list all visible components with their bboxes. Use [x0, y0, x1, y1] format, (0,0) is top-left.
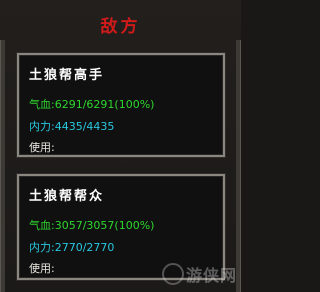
hp-row: 气血:6291/6291(100%): [29, 96, 154, 112]
hp-label: 气血:: [29, 98, 55, 111]
mp-row: 内力:4435/4435: [29, 118, 114, 134]
panel-left-edge: [0, 40, 5, 292]
enemy-panel: 敌方 土狼帮高手 气血:6291/6291(100%) 内力:4435/4435…: [0, 0, 241, 292]
enemy-name: 土狼帮高手: [29, 68, 105, 83]
mp-label: 内力:: [29, 120, 55, 133]
panel-title: 敌方: [100, 17, 141, 37]
watermark-logo-icon: [161, 263, 184, 285]
mp-value: 2770/2770: [54, 241, 115, 254]
mp-value: 4435/4435: [54, 120, 115, 133]
hp-label: 气血:: [29, 219, 55, 232]
mp-row: 内力:2770/2770: [29, 239, 114, 255]
panel-right-edge: [236, 40, 241, 292]
hp-value: 3057/3057(100%): [54, 219, 155, 232]
use-row: 使用:: [29, 139, 55, 155]
hp-row: 气血:3057/3057(100%): [29, 217, 154, 233]
use-label: 使用:: [29, 141, 55, 154]
watermark-text: 游侠网: [185, 266, 237, 285]
mp-label: 内力:: [29, 241, 55, 254]
enemy-name: 土狼帮帮众: [29, 189, 105, 204]
site-watermark: 游侠网: [161, 262, 237, 286]
use-label: 使用:: [29, 262, 55, 275]
use-row: 使用:: [29, 260, 55, 276]
enemy-card-1[interactable]: 土狼帮高手 气血:6291/6291(100%) 内力:4435/4435 使用…: [17, 53, 225, 157]
hp-value: 6291/6291(100%): [54, 98, 155, 111]
